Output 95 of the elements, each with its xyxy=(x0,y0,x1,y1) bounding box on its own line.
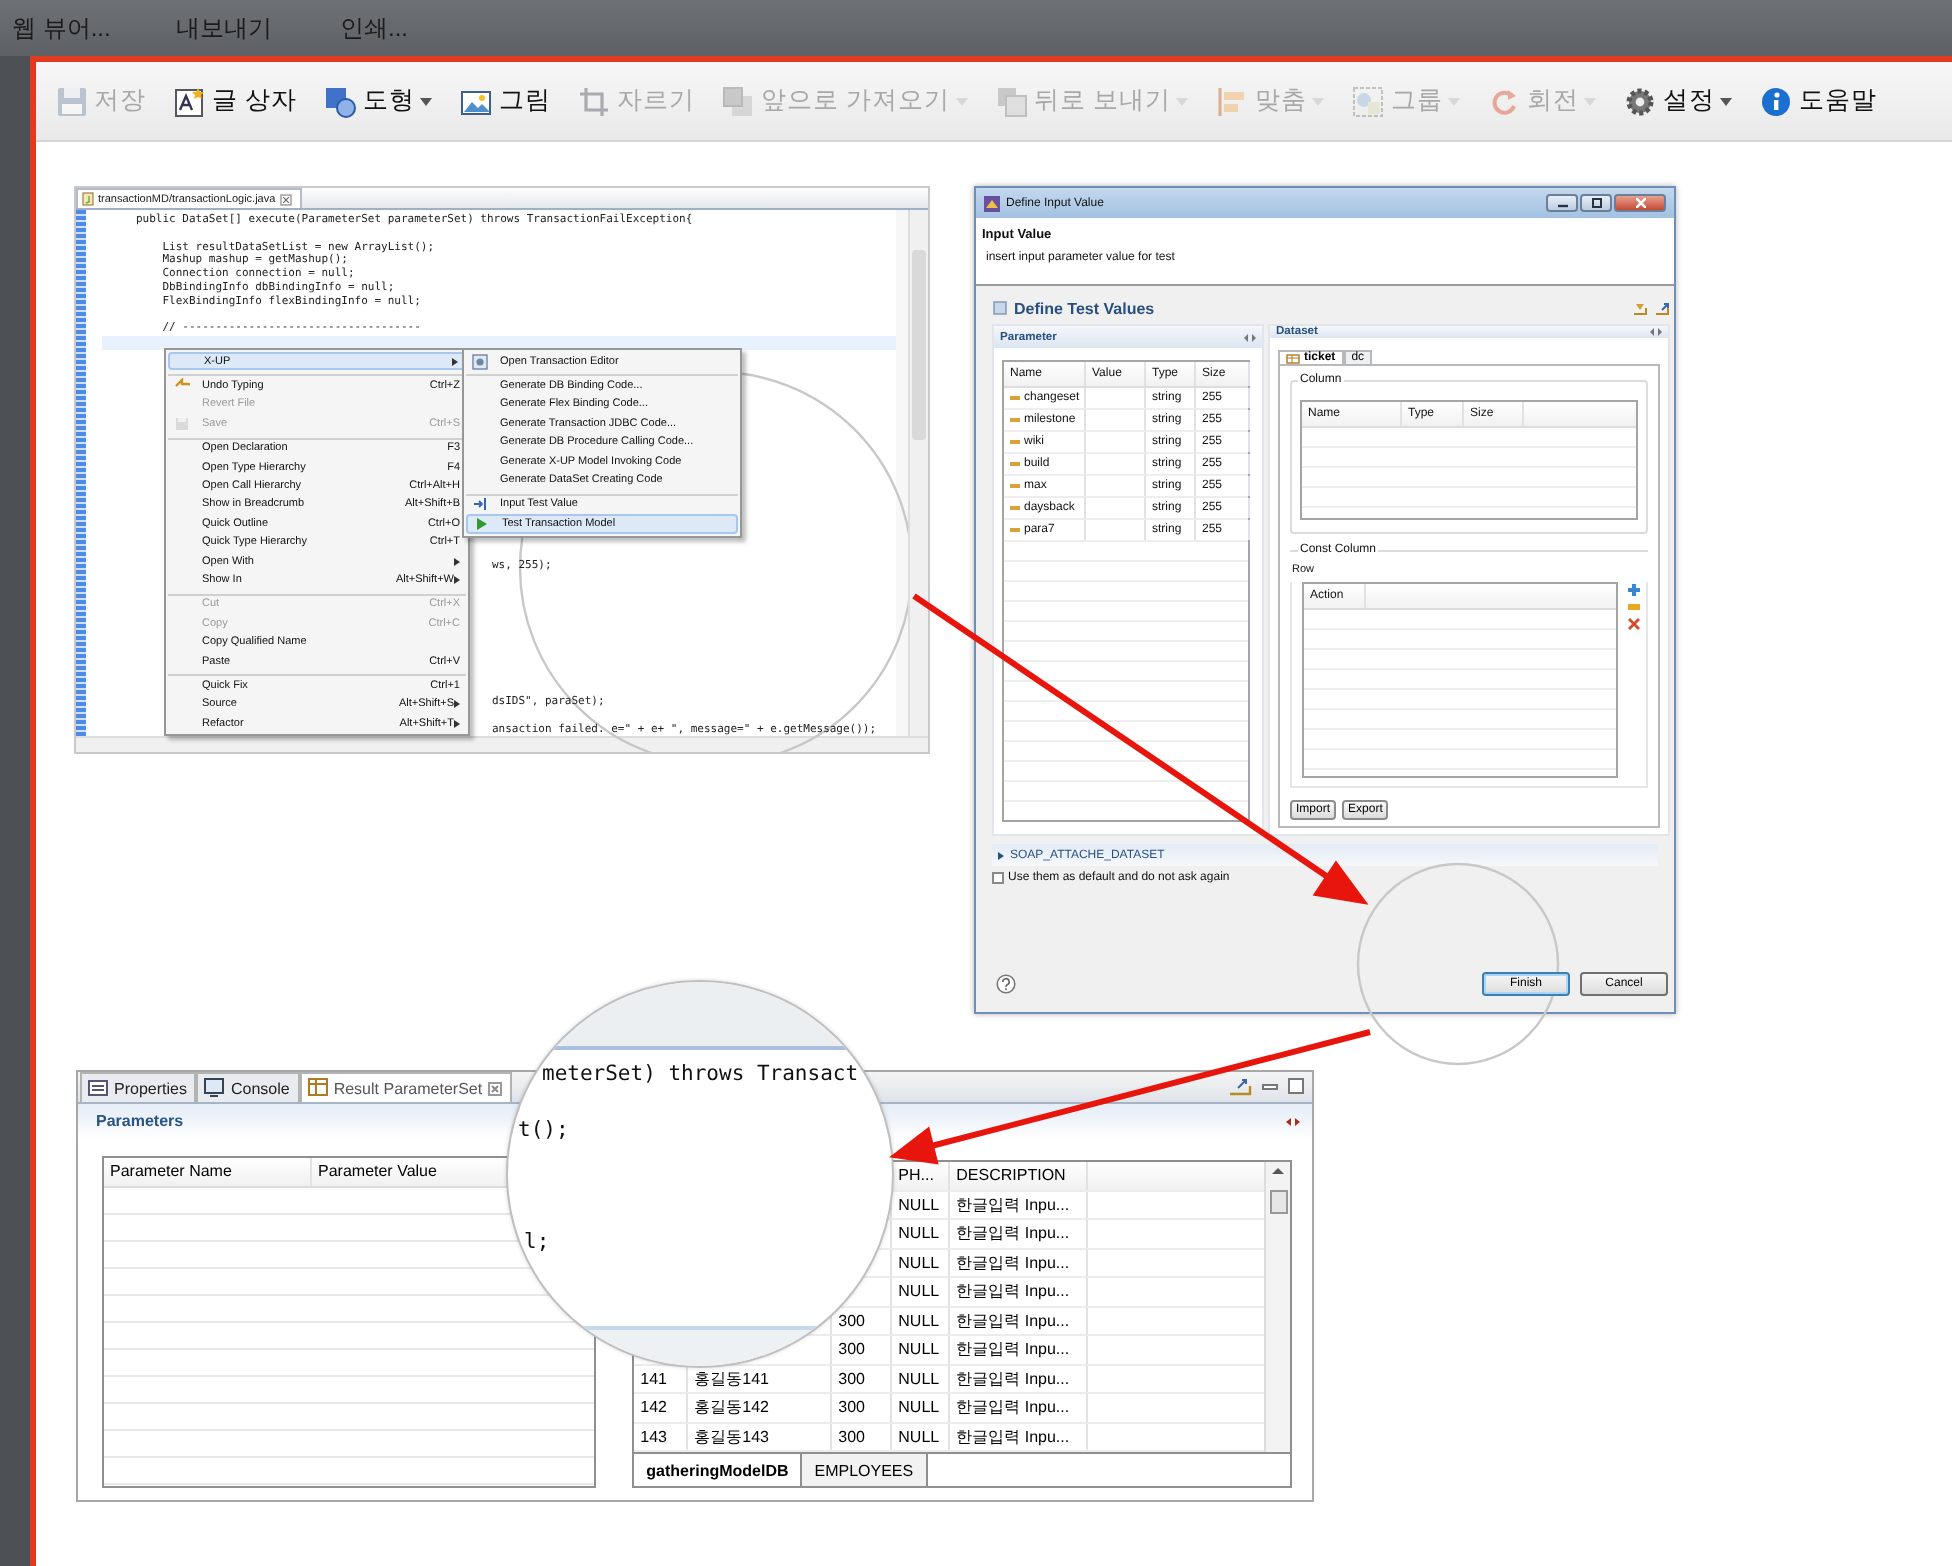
group-icon xyxy=(1352,85,1385,117)
minimize-button[interactable] xyxy=(1546,194,1578,212)
table-cell: NULL xyxy=(892,1336,951,1363)
checkbox[interactable] xyxy=(992,872,1004,884)
app-icon xyxy=(984,195,1000,211)
floppy-icon xyxy=(56,85,88,117)
run-icon xyxy=(474,515,490,532)
editor-icon xyxy=(472,353,488,370)
close-button[interactable] xyxy=(1614,194,1666,212)
sheet-tab[interactable]: EMPLOYEES xyxy=(802,1454,928,1486)
crop-icon xyxy=(578,85,611,117)
scrollbar-thumb[interactable] xyxy=(912,250,926,440)
table-cell: 한글입력 Inpu... xyxy=(950,1307,1089,1334)
toolbar-button[interactable]: 설정 xyxy=(1624,80,1733,122)
view-tab[interactable]: Console xyxy=(196,1072,300,1102)
toolbar-button[interactable]: 도움말 xyxy=(1760,80,1877,122)
submenu-arrow-icon xyxy=(454,700,460,709)
minimize-icon xyxy=(1262,1083,1278,1089)
delete-icon xyxy=(1628,618,1640,630)
table-cell: NULL xyxy=(892,1249,951,1276)
rotate-icon xyxy=(1488,85,1521,117)
column-header[interactable]: Parameter Name xyxy=(104,1157,312,1185)
import-icon xyxy=(1632,301,1648,315)
table-cell: 한글입력 Inpu... xyxy=(950,1336,1089,1363)
maximize-button[interactable] xyxy=(1580,194,1612,212)
table-cell: 홍길동143 xyxy=(688,1423,833,1450)
file-icon xyxy=(82,192,94,206)
view-tab[interactable]: Properties xyxy=(80,1072,197,1102)
code-line: t(); xyxy=(518,1118,569,1142)
close-icon xyxy=(1635,198,1645,208)
table-cell: NULL xyxy=(892,1278,951,1305)
table-cell: 한글입력 Inpu... xyxy=(950,1220,1089,1247)
maximize-icon xyxy=(1288,1078,1304,1094)
table-icon xyxy=(307,1078,328,1098)
help-icon xyxy=(1760,85,1793,117)
text-box-icon xyxy=(174,85,206,117)
floppy-icon xyxy=(174,415,190,432)
bring-forward-icon xyxy=(722,85,755,117)
export-icon xyxy=(1654,301,1670,315)
expand-arrow-icon xyxy=(998,851,1004,859)
toolbar-button[interactable]: 도형 xyxy=(324,80,433,122)
column-header[interactable]: Parameter Value xyxy=(312,1157,488,1185)
arrows-icon xyxy=(1650,328,1662,336)
scrollbar-thumb[interactable] xyxy=(1270,1189,1288,1213)
table-cell: 143 xyxy=(634,1423,689,1450)
picture-icon xyxy=(460,85,493,117)
table-cell: NULL xyxy=(892,1307,951,1334)
table-cell: 한글입력 Inpu... xyxy=(950,1249,1089,1276)
plus-icon xyxy=(1628,584,1640,596)
table-cell: NULL xyxy=(892,1423,951,1450)
table-cell: 한글입력 Inpu... xyxy=(950,1394,1089,1421)
arrows-icon xyxy=(1286,1117,1300,1126)
form-icon xyxy=(992,300,1008,316)
scrollbar[interactable] xyxy=(1264,1161,1290,1452)
properties-icon xyxy=(88,1078,108,1098)
send-backward-icon xyxy=(995,85,1028,117)
table-cell: 한글입력 Inpu... xyxy=(950,1191,1089,1218)
align-icon xyxy=(1216,85,1249,117)
arrows-icon xyxy=(1244,333,1256,341)
shapes-icon xyxy=(324,85,357,117)
export-icon xyxy=(1228,1076,1252,1096)
section-title: Define Test Values xyxy=(1014,299,1157,317)
table-cell: 한글입력 Inpu... xyxy=(950,1423,1089,1450)
close-icon xyxy=(279,193,292,205)
submenu-arrow-icon xyxy=(454,719,460,728)
table-cell: NULL xyxy=(892,1220,951,1247)
table-cell: 142 xyxy=(634,1394,689,1421)
table-icon xyxy=(1286,353,1300,363)
table-cell: NULL xyxy=(892,1394,951,1421)
caret-icon xyxy=(1720,97,1733,105)
console-icon xyxy=(204,1078,225,1098)
code-line: l; xyxy=(524,1230,550,1254)
input-icon xyxy=(472,496,488,513)
submenu-arrow-icon xyxy=(452,357,458,366)
maximize-icon xyxy=(1591,198,1601,208)
table-cell: 홍길동142 xyxy=(688,1394,833,1421)
scrollbar[interactable] xyxy=(76,736,928,752)
scrollbar[interactable] xyxy=(908,210,928,737)
column-header[interactable]: DESCRIPTION xyxy=(950,1161,1089,1189)
section-title: Parameters xyxy=(96,1112,184,1131)
toolbar-button[interactable]: 그림 xyxy=(460,80,551,122)
close-icon xyxy=(488,1081,503,1095)
table-cell: 한글입력 Inpu... xyxy=(950,1365,1089,1392)
table-cell: NULL xyxy=(892,1365,951,1392)
view-tab[interactable]: Result ParameterSet xyxy=(299,1072,513,1102)
minus-icon xyxy=(1628,604,1640,610)
table-cell: 300 xyxy=(832,1423,893,1450)
settings-icon xyxy=(1624,85,1657,117)
caret-icon xyxy=(420,97,433,105)
table-cell: 300 xyxy=(832,1394,893,1421)
code-line: meterSet) throws Transact xyxy=(542,1062,859,1086)
table-cell: 300 xyxy=(832,1365,893,1392)
toolbar-button[interactable]: 글 상자 xyxy=(174,80,297,122)
table-cell: 한글입력 Inpu... xyxy=(950,1278,1089,1305)
help-icon xyxy=(996,974,1016,994)
